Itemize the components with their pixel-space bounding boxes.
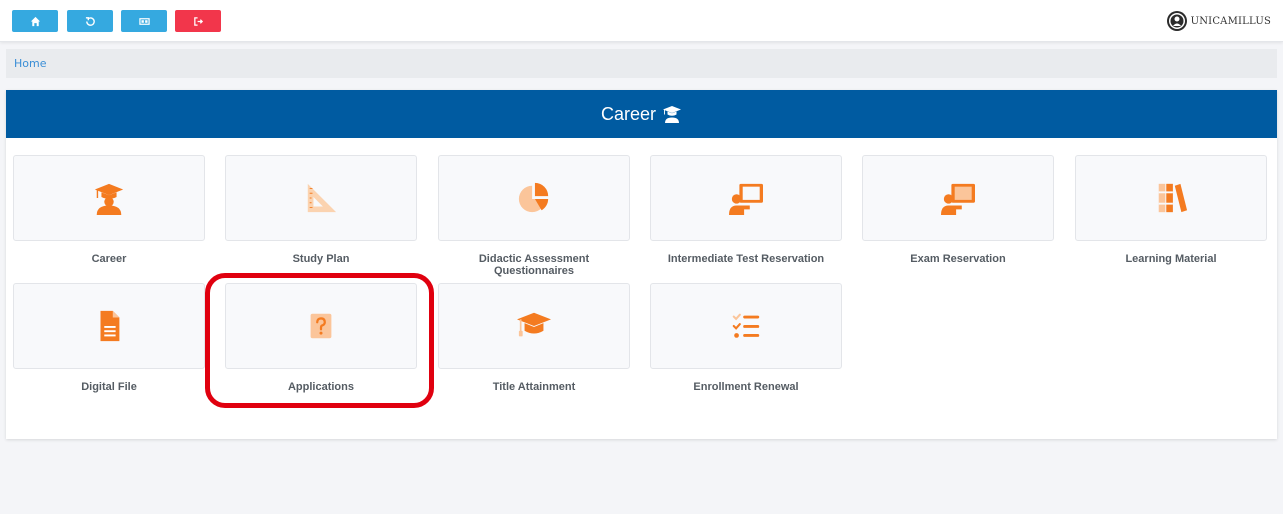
home-icon	[30, 16, 40, 26]
set-square-icon	[307, 183, 337, 213]
breadcrumb: Home	[6, 49, 1277, 78]
university-seal-icon	[1166, 11, 1187, 31]
id-card-button[interactable]	[121, 10, 167, 32]
logout-button[interactable]	[175, 10, 221, 32]
breadcrumb-home-link[interactable]: Home	[14, 57, 46, 70]
tile-intermediate-test-label[interactable]: Intermediate Test Reservation	[650, 253, 842, 265]
page-title: Career	[600, 103, 657, 124]
top-toolbar: UNICAMILLUS	[0, 0, 1283, 42]
student-icon	[94, 183, 124, 215]
document-icon	[100, 310, 120, 342]
tile-intermediate-test[interactable]	[650, 155, 842, 241]
teacher-board-icon	[729, 183, 763, 215]
panel-header: Career	[6, 90, 1277, 138]
tile-applications[interactable]	[225, 283, 417, 369]
id-card-icon	[138, 17, 150, 25]
tile-enrollment-renewal-label[interactable]: Enrollment Renewal	[650, 381, 842, 393]
history-icon	[85, 16, 95, 26]
tile-career[interactable]	[13, 155, 205, 241]
tile-exam-reservation[interactable]	[862, 155, 1054, 241]
tile-learning-material-label[interactable]: Learning Material	[1075, 253, 1267, 265]
question-icon	[310, 313, 332, 339]
tile-exam-reservation-label[interactable]: Exam Reservation	[862, 253, 1054, 265]
sign-out-icon	[193, 16, 203, 26]
checklist-icon	[732, 313, 760, 338]
unicamillus-logo: UNICAMILLUS	[1166, 9, 1271, 33]
history-button[interactable]	[67, 10, 113, 32]
tile-study-plan-label[interactable]: Study Plan	[225, 253, 417, 265]
tile-didactic-assessment-label[interactable]: Didactic Assessment Questionnaires	[438, 253, 630, 277]
tile-title-attainment[interactable]	[438, 283, 630, 369]
tile-enrollment-renewal[interactable]	[650, 283, 842, 369]
student-icon	[663, 106, 682, 123]
tile-title-attainment-label[interactable]: Title Attainment	[438, 381, 630, 393]
books-icon	[1158, 183, 1188, 213]
logo-text: UNICAMILLUS	[1190, 15, 1271, 27]
tile-applications-label[interactable]: Applications	[225, 381, 417, 393]
tile-digital-file[interactable]	[13, 283, 205, 369]
graduation-cap-icon	[517, 312, 551, 337]
teacher-board-icon	[941, 183, 975, 215]
tile-didactic-assessment[interactable]	[438, 155, 630, 241]
tile-learning-material[interactable]	[1075, 155, 1267, 241]
tile-study-plan[interactable]	[225, 155, 417, 241]
home-button[interactable]	[12, 10, 58, 32]
tile-career-label[interactable]: Career	[13, 253, 205, 265]
pie-chart-icon	[518, 182, 549, 213]
tile-digital-file-label[interactable]: Digital File	[13, 381, 205, 393]
